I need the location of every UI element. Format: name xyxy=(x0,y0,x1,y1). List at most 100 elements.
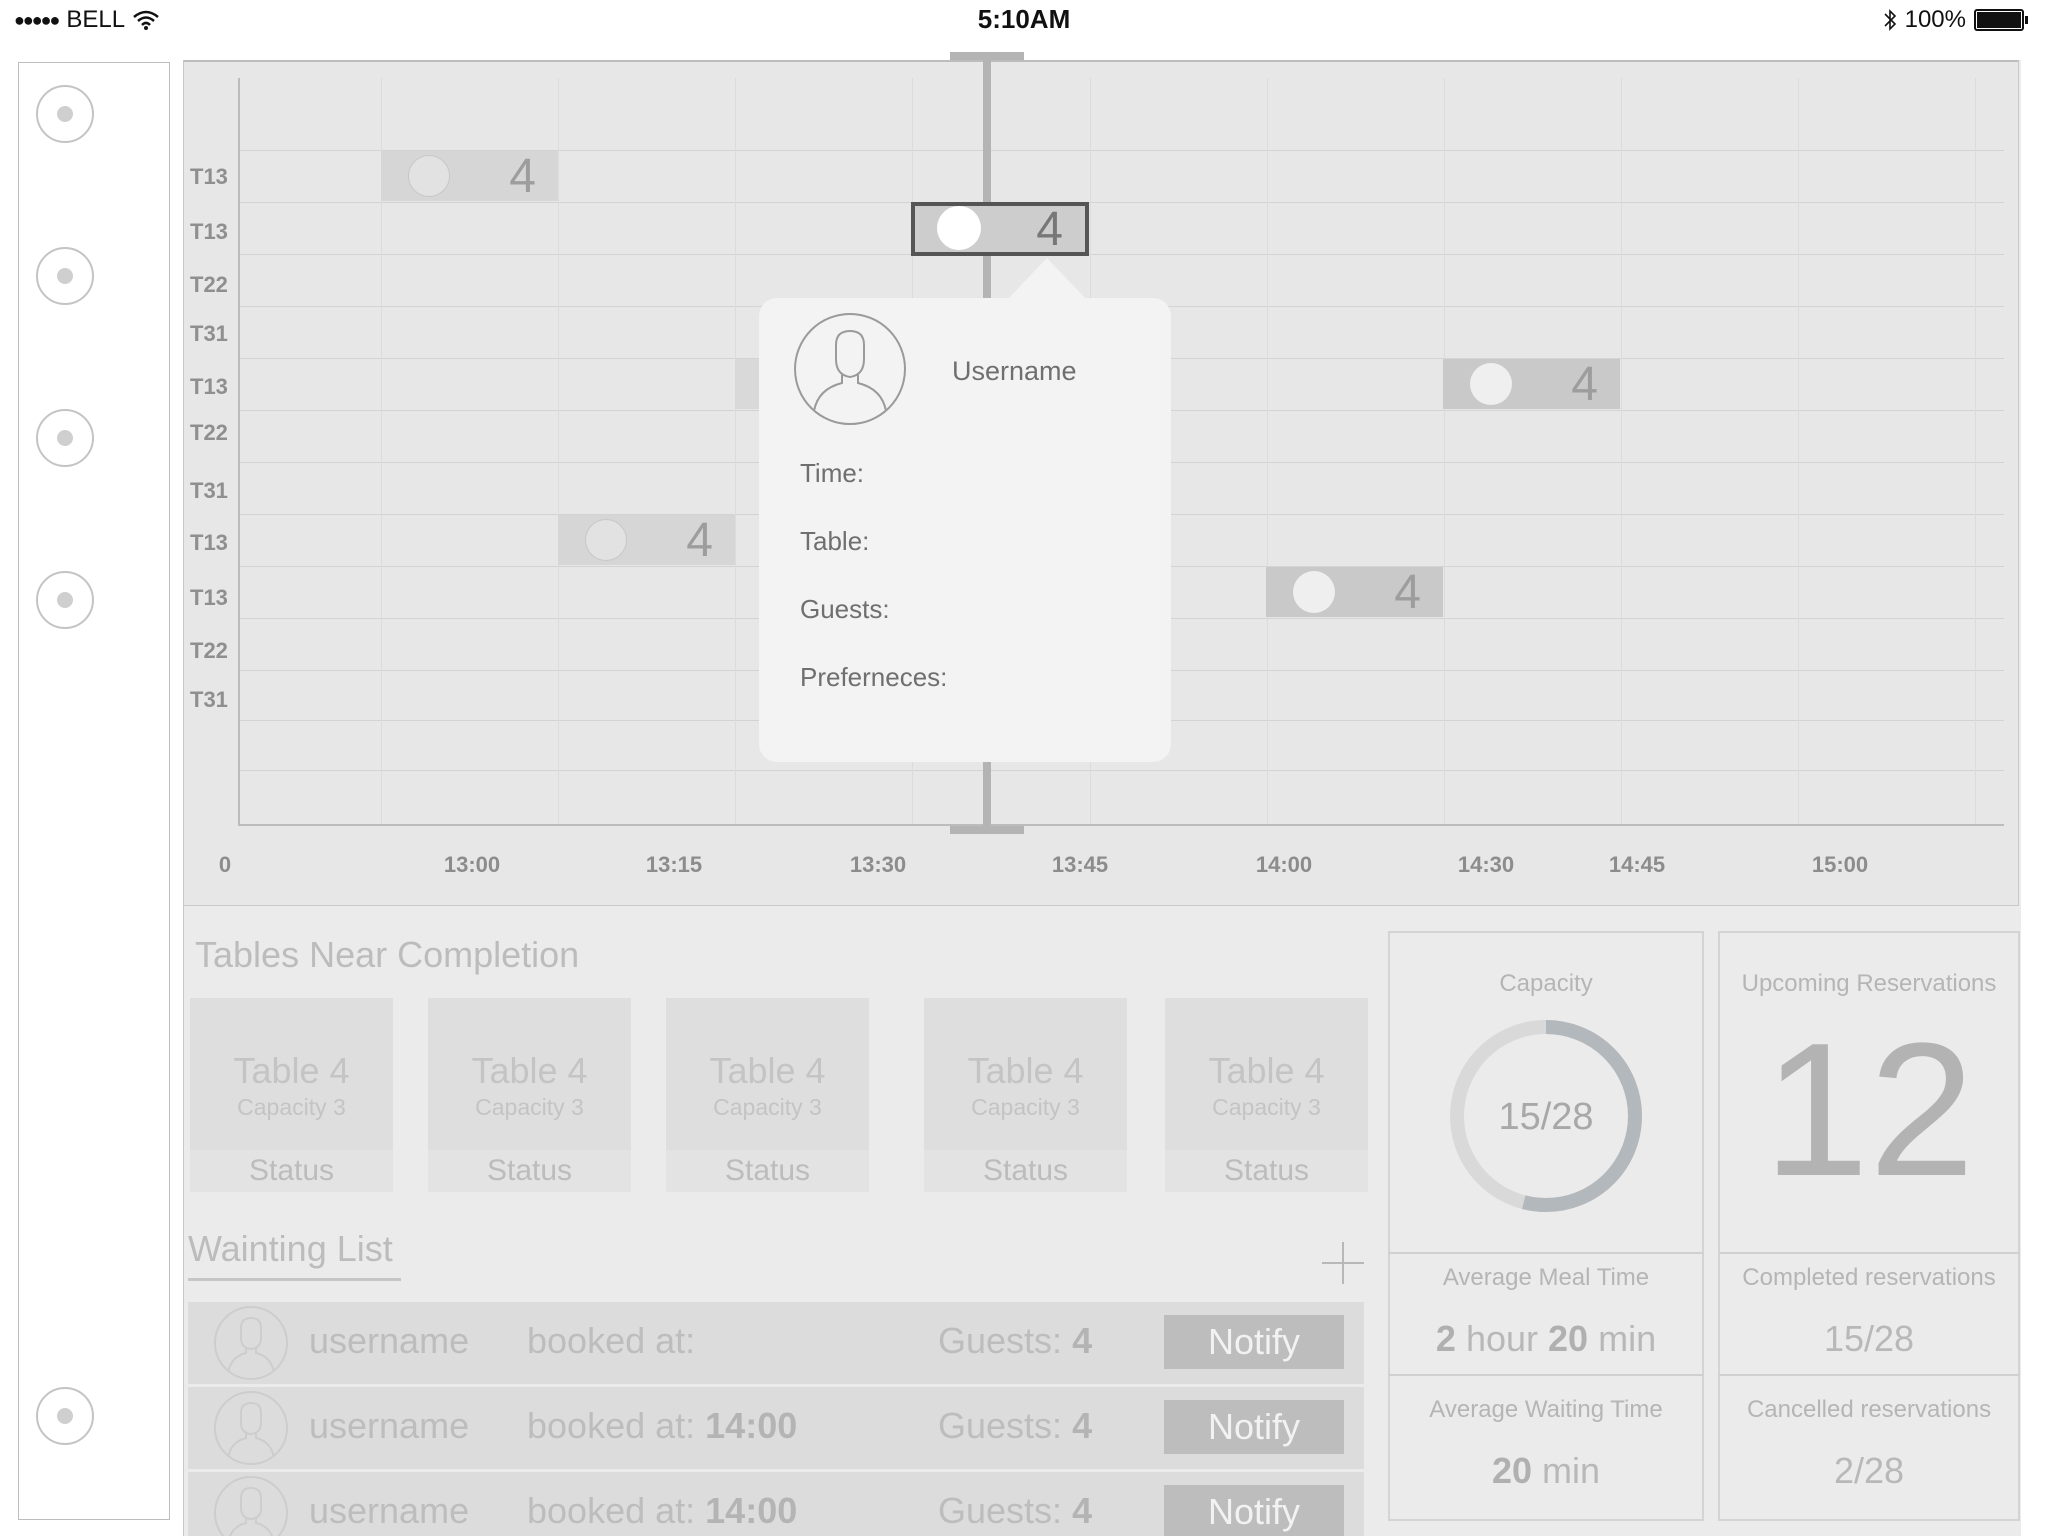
reservation-block[interactable]: 4 xyxy=(558,514,735,567)
table-status: Status xyxy=(924,1150,1127,1192)
row-label: T13 xyxy=(190,164,228,189)
table-capacity: Capacity 3 xyxy=(713,1094,822,1120)
avatar-icon xyxy=(214,1476,288,1536)
tables-near-completion-title: Tables Near Completion xyxy=(195,934,580,975)
table-name: Table 4 xyxy=(471,1050,588,1091)
capacity-title: Capacity xyxy=(1499,970,1593,997)
row-label: T22 xyxy=(190,272,228,297)
waiting-booked: booked at: xyxy=(527,1320,696,1361)
clock: 5:10AM xyxy=(977,4,1071,34)
avg-wait-title: Average Waiting Time xyxy=(1429,1396,1663,1423)
completed-value: 15/28 xyxy=(1823,1318,1915,1359)
popover-username: Username xyxy=(952,356,1077,386)
row-label: T13 xyxy=(190,219,228,244)
capacity-value: 15/28 xyxy=(1498,1096,1594,1138)
waiting-guests: Guests: 4 xyxy=(938,1490,1093,1531)
row-label: T31 xyxy=(190,321,228,346)
notify-button[interactable]: Notify xyxy=(1164,1400,1344,1454)
table-status: Status xyxy=(190,1150,393,1192)
reservation-guests: 4 xyxy=(1036,203,1063,256)
popover-preferences-label: Preferneces: xyxy=(800,662,948,692)
time-tick: 13:45 xyxy=(1051,852,1109,877)
popover-guests-label: Guests: xyxy=(800,594,890,624)
guest-dot-icon xyxy=(585,519,627,561)
waiting-guests: Guests: 4 xyxy=(938,1405,1093,1446)
cancelled-title: Cancelled reservations xyxy=(1746,1396,1992,1423)
row-label: T13 xyxy=(190,585,228,610)
reservation-block[interactable]: 4 xyxy=(1266,566,1443,619)
table-name: Table 4 xyxy=(1208,1050,1325,1091)
cancelled-value: 2/28 xyxy=(1833,1450,1905,1491)
bluetooth-icon xyxy=(1884,9,1896,31)
waiting-list-row[interactable]: username booked at: 14:00 Guests: 4 Noti… xyxy=(188,1387,1364,1469)
time-cursor-handle-bottom[interactable] xyxy=(950,826,1024,834)
completed-title: Completed reservations xyxy=(1742,1264,1996,1291)
reservation-guests: 4 xyxy=(1571,358,1598,411)
guest-dot-icon xyxy=(937,206,981,250)
upcoming-title: Upcoming Reservations xyxy=(1741,970,1997,997)
row-label: T22 xyxy=(190,638,228,663)
table-card[interactable]: Table 4 Capacity 3 Status xyxy=(428,998,631,1192)
table-capacity: Capacity 3 xyxy=(237,1094,346,1120)
popover-arrow xyxy=(1007,258,1087,300)
table-capacity: Capacity 3 xyxy=(971,1094,1080,1120)
sidebar-button-3[interactable] xyxy=(36,409,94,467)
waiting-list-title[interactable]: Wainting List xyxy=(188,1228,393,1270)
waiting-list-row[interactable]: username booked at: 14:00 Guests: 4 Noti… xyxy=(188,1472,1364,1536)
avatar-icon xyxy=(214,1306,288,1380)
waiting-list-row[interactable]: username booked at: Guests: 4 Notify xyxy=(188,1302,1364,1384)
time-tick: 13:15 xyxy=(645,852,703,877)
table-status: Status xyxy=(1165,1150,1368,1192)
sidebar-button-4[interactable] xyxy=(36,571,94,629)
status-bar: ●●●●● BELL 5:10AM 100% xyxy=(0,0,2048,40)
upcoming-value: 12 xyxy=(1763,1004,1975,1216)
avg-meal-value: 2 hour 20 min xyxy=(1435,1318,1657,1359)
waiting-username: username xyxy=(309,1490,470,1531)
waiting-guests: Guests: 4 xyxy=(938,1320,1093,1361)
user-avatar-icon xyxy=(794,313,906,425)
notify-button[interactable]: Notify xyxy=(1164,1315,1344,1369)
reservation-block[interactable]: 4 xyxy=(1443,358,1620,411)
time-tick: 13:00 xyxy=(443,852,501,877)
table-card[interactable]: Table 4 Capacity 3 Status xyxy=(924,998,1127,1192)
table-card[interactable]: Table 4 Capacity 3 Status xyxy=(666,998,869,1192)
table-status: Status xyxy=(428,1150,631,1192)
guest-dot-icon xyxy=(1470,363,1512,405)
notify-button[interactable]: Notify xyxy=(1164,1485,1344,1536)
row-label: T31 xyxy=(190,687,228,712)
time-tick: 0 xyxy=(218,852,232,877)
popover-table-label: Table: xyxy=(800,526,870,556)
table-card[interactable]: Table 4 Capacity 3 Status xyxy=(1165,998,1368,1192)
row-label: T22 xyxy=(190,420,228,445)
selected-reservation[interactable]: 4 xyxy=(911,202,1089,256)
reservation-guests: 4 xyxy=(1394,566,1421,619)
sidebar-button-5[interactable] xyxy=(36,1387,94,1445)
waiting-booked: booked at: 14:00 xyxy=(527,1405,798,1446)
table-card[interactable]: Table 4 Capacity 3 Status xyxy=(190,998,393,1192)
add-waiting-icon[interactable] xyxy=(1322,1242,1364,1284)
table-status: Status xyxy=(666,1150,869,1192)
table-name: Table 4 xyxy=(233,1050,350,1091)
guest-dot-icon xyxy=(408,155,450,197)
avg-meal-title: Average Meal Time xyxy=(1442,1264,1650,1291)
avatar-icon xyxy=(214,1391,288,1465)
row-label: T31 xyxy=(190,478,228,503)
waiting-username: username xyxy=(309,1405,470,1446)
time-cursor-handle-top[interactable] xyxy=(950,52,1024,60)
sidebar-button-1[interactable] xyxy=(36,85,94,143)
waiting-list-tab-underline xyxy=(188,1278,401,1281)
table-capacity: Capacity 3 xyxy=(1212,1094,1321,1120)
battery-percent: 100% xyxy=(1904,6,1966,33)
reservation-guests: 4 xyxy=(509,150,536,203)
sidebar-button-2[interactable] xyxy=(36,247,94,305)
time-tick: 13:30 xyxy=(849,852,907,877)
row-label: T13 xyxy=(190,374,228,399)
guest-dot-icon xyxy=(1293,571,1335,613)
time-tick: 14:00 xyxy=(1255,852,1313,877)
time-tick: 15:00 xyxy=(1811,852,1869,877)
reservation-guests: 4 xyxy=(686,514,713,567)
table-name: Table 4 xyxy=(967,1050,1084,1091)
time-tick: 14:45 xyxy=(1608,852,1666,877)
reservation-block[interactable]: 4 xyxy=(381,150,558,203)
battery-group: 100% xyxy=(1883,6,2028,34)
